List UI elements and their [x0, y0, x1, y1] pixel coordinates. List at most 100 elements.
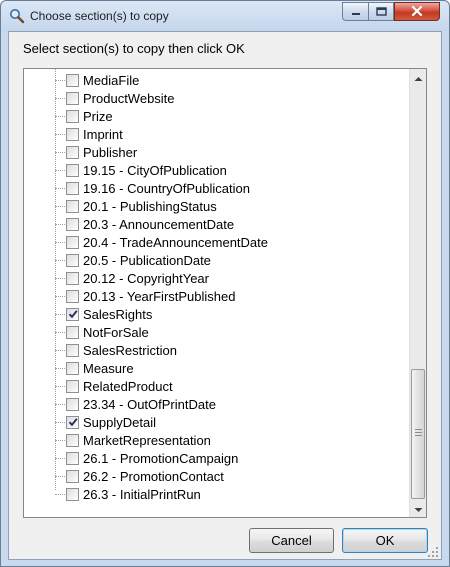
tree-item-checkbox[interactable] [66, 452, 79, 465]
tree-item[interactable]: 23.34 - OutOfPrintDate [55, 396, 405, 414]
tree-branch-line [55, 80, 65, 81]
tree-list: MediaFile ProductWebsite Prize Imprint Publi… [24, 69, 410, 517]
tree-branch-line [55, 368, 65, 369]
tree-item-checkbox[interactable] [66, 434, 79, 447]
tree-item-label: 26.1 - PromotionCampaign [83, 451, 239, 466]
tree-branch-line [55, 422, 65, 423]
tree-item[interactable]: ProductWebsite [55, 90, 405, 108]
tree-item-label: 19.16 - CountryOfPublication [83, 181, 250, 196]
tree-branch-line [55, 494, 65, 495]
tree-item[interactable]: 20.12 - CopyrightYear [55, 270, 405, 288]
tree-item[interactable]: 20.1 - PublishingStatus [55, 198, 405, 216]
tree-item-checkbox[interactable] [66, 128, 79, 141]
scroll-thumb[interactable] [411, 369, 425, 499]
tree-item[interactable]: RelatedProduct [55, 378, 405, 396]
tree-item[interactable]: 19.15 - CityOfPublication [55, 162, 405, 180]
tree-branch-line [55, 278, 65, 279]
tree-item-label: MarketRepresentation [83, 433, 211, 448]
close-icon [411, 3, 423, 21]
tree-item[interactable]: SalesRights [55, 306, 405, 324]
maximize-icon [375, 3, 387, 21]
magnifier-icon [9, 8, 25, 24]
tree-branch-line [55, 314, 65, 315]
tree-item-label: 20.4 - TradeAnnouncementDate [83, 235, 269, 250]
tree-item-checkbox[interactable] [66, 326, 79, 339]
tree-item-checkbox[interactable] [66, 200, 79, 213]
tree-item-label: 26.3 - InitialPrintRun [83, 487, 201, 502]
tree-item[interactable]: 26.1 - PromotionCampaign [55, 450, 405, 468]
scroll-up-button[interactable] [410, 69, 426, 87]
tree-item-label: SalesRights [83, 307, 153, 322]
tree-item-checkbox[interactable] [66, 182, 79, 195]
tree-item-label: 26.2 - PromotionContact [83, 469, 224, 484]
tree-item-checkbox[interactable] [66, 344, 79, 357]
tree-item-label: 23.34 - OutOfPrintDate [83, 397, 216, 412]
tree-item[interactable]: SupplyDetail [55, 414, 405, 432]
tree-item-label: RelatedProduct [83, 379, 173, 394]
dialog-window: Choose section(s) to copy Select section… [0, 0, 450, 567]
resize-grip-icon[interactable] [427, 545, 439, 557]
tree-item-checkbox[interactable] [66, 470, 79, 483]
tree-branch-line [55, 458, 65, 459]
tree-item-checkbox[interactable] [66, 146, 79, 159]
tree-item-checkbox[interactable] [66, 398, 79, 411]
tree-item-checkbox[interactable] [66, 488, 79, 501]
vertical-scrollbar[interactable] [409, 69, 426, 517]
tree-item-checkbox[interactable] [66, 92, 79, 105]
tree-item-checkbox[interactable] [66, 308, 79, 321]
chevron-down-icon [414, 500, 423, 518]
scroll-down-button[interactable] [410, 500, 426, 518]
ok-button[interactable]: OK [342, 528, 428, 553]
tree-item-checkbox[interactable] [66, 164, 79, 177]
maximize-button[interactable] [368, 2, 394, 21]
thumb-grip-line [415, 435, 422, 436]
tree-item[interactable]: 19.16 - CountryOfPublication [55, 180, 405, 198]
chevron-up-icon [414, 69, 423, 87]
tree-branch-line [55, 296, 65, 297]
tree-branch-line [55, 242, 65, 243]
tree-item-checkbox[interactable] [66, 254, 79, 267]
tree-branch-line [55, 224, 65, 225]
tree-branch-line [55, 152, 65, 153]
tree-item-checkbox[interactable] [66, 74, 79, 87]
tree-branch-line [55, 134, 65, 135]
section-tree[interactable]: MediaFile ProductWebsite Prize Imprint Publi… [23, 68, 427, 518]
tree-item-label: SalesRestriction [83, 343, 177, 358]
tree-item-checkbox[interactable] [66, 218, 79, 231]
tree-item[interactable]: NotForSale [55, 324, 405, 342]
tree-item-checkbox[interactable] [66, 380, 79, 393]
tree-item-checkbox[interactable] [66, 416, 79, 429]
tree-item[interactable]: Imprint [55, 126, 405, 144]
minimize-icon [351, 3, 361, 21]
tree-item[interactable]: MediaFile [55, 72, 405, 90]
tree-branch-line [55, 116, 65, 117]
tree-item-label: 20.1 - PublishingStatus [83, 199, 217, 214]
tree-item[interactable]: 20.13 - YearFirstPublished [55, 288, 405, 306]
tree-item[interactable]: 20.3 - AnnouncementDate [55, 216, 405, 234]
tree-item[interactable]: Publisher [55, 144, 405, 162]
tree-item-checkbox[interactable] [66, 110, 79, 123]
tree-item-label: 20.5 - PublicationDate [83, 253, 211, 268]
tree-item-checkbox[interactable] [66, 272, 79, 285]
tree-item[interactable]: 20.5 - PublicationDate [55, 252, 405, 270]
tree-item[interactable]: Prize [55, 108, 405, 126]
tree-item-checkbox[interactable] [66, 290, 79, 303]
checkmark-icon [68, 310, 78, 319]
cancel-button[interactable]: Cancel [249, 528, 334, 553]
tree-item-checkbox[interactable] [66, 362, 79, 375]
tree-item[interactable]: 26.2 - PromotionContact [55, 468, 405, 486]
tree-branch-line [55, 476, 65, 477]
close-button[interactable] [394, 2, 440, 21]
instruction-text: Select section(s) to copy then click OK [23, 41, 245, 56]
tree-item-label: MediaFile [83, 73, 140, 88]
tree-item-label: Prize [83, 109, 113, 124]
title-bar[interactable]: Choose section(s) to copy [1, 1, 449, 31]
tree-item-label: Measure [83, 361, 134, 376]
tree-item[interactable]: SalesRestriction [55, 342, 405, 360]
tree-item[interactable]: 26.3 - InitialPrintRun [55, 486, 405, 504]
tree-item[interactable]: Measure [55, 360, 405, 378]
tree-item[interactable]: MarketRepresentation [55, 432, 405, 450]
minimize-button[interactable] [342, 2, 369, 21]
tree-item-checkbox[interactable] [66, 236, 79, 249]
tree-item[interactable]: 20.4 - TradeAnnouncementDate [55, 234, 405, 252]
